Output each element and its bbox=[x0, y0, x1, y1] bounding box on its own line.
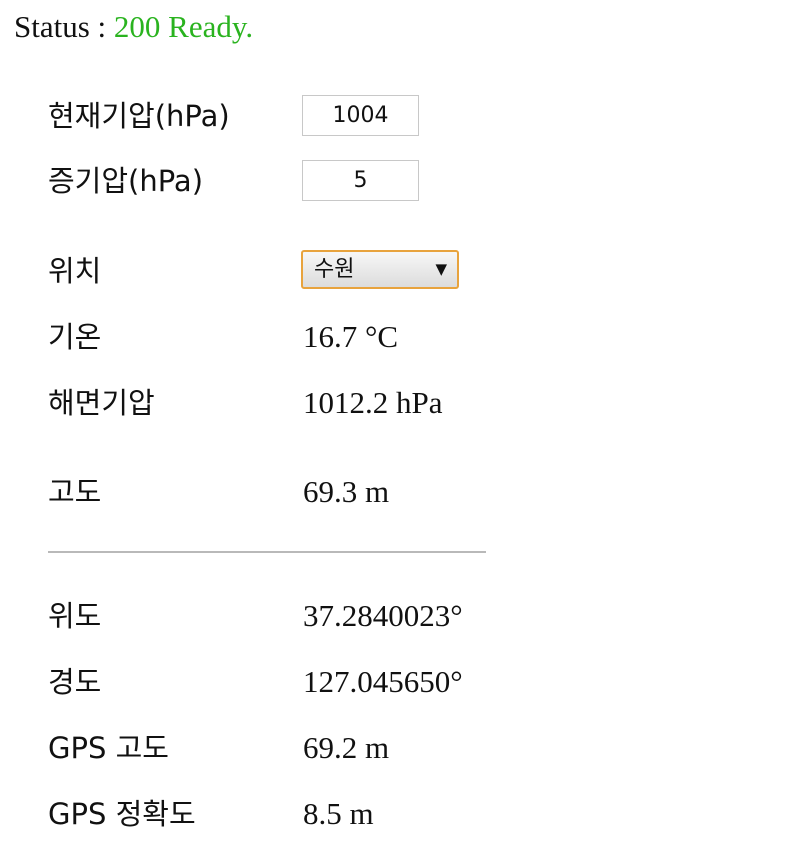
vapor-pressure-row: 증기압(hPa) bbox=[48, 159, 548, 203]
vapor-pressure-input[interactable] bbox=[302, 160, 419, 201]
gps-altitude-value: 69.2 m bbox=[303, 730, 390, 765]
location-select[interactable]: 수원 ▼ bbox=[301, 250, 459, 289]
temperature-row: 기온 16.7 °C bbox=[48, 315, 548, 359]
dropdown-triangle-icon: ▼ bbox=[435, 260, 447, 278]
location-label: 위치 bbox=[48, 254, 102, 288]
status-line: Status : 200 Ready. bbox=[14, 8, 253, 46]
current-pressure-input[interactable] bbox=[302, 95, 419, 136]
gps-altitude-label: GPS 고도 bbox=[48, 731, 169, 765]
section-divider bbox=[48, 551, 486, 553]
temperature-label: 기온 bbox=[48, 320, 102, 354]
status-value: 200 Ready. bbox=[113, 9, 254, 44]
altitude-label: 고도 bbox=[48, 475, 102, 509]
latitude-row: 위도 37.2840023° bbox=[48, 594, 548, 638]
latitude-label: 위도 bbox=[48, 599, 102, 633]
current-pressure-row: 현재기압(hPa) bbox=[48, 94, 548, 138]
location-select-value: 수원 bbox=[314, 257, 355, 282]
gps-altitude-row: GPS 고도 69.2 m bbox=[48, 726, 548, 770]
longitude-value: 127.045650° bbox=[303, 664, 463, 699]
longitude-row: 경도 127.045650° bbox=[48, 660, 548, 704]
sea-level-pressure-label: 해면기압 bbox=[48, 386, 155, 420]
location-row: 위치 수원 ▼ bbox=[48, 249, 548, 293]
longitude-label: 경도 bbox=[48, 665, 102, 699]
latitude-value: 37.2840023° bbox=[303, 598, 463, 633]
gps-accuracy-value: 8.5 m bbox=[303, 796, 374, 831]
gps-accuracy-label: GPS 정확도 bbox=[48, 797, 196, 831]
sea-level-pressure-value: 1012.2 hPa bbox=[303, 385, 443, 420]
gps-accuracy-row: GPS 정확도 8.5 m bbox=[48, 792, 548, 836]
status-label: Status : bbox=[14, 9, 114, 44]
current-pressure-label: 현재기압(hPa) bbox=[48, 99, 230, 133]
vapor-pressure-label: 증기압(hPa) bbox=[48, 164, 204, 198]
altitude-row: 고도 69.3 m bbox=[48, 470, 548, 514]
temperature-value: 16.7 °C bbox=[303, 319, 399, 354]
altitude-value: 69.3 m bbox=[303, 474, 390, 509]
sea-level-pressure-row: 해면기압 1012.2 hPa bbox=[48, 381, 548, 425]
